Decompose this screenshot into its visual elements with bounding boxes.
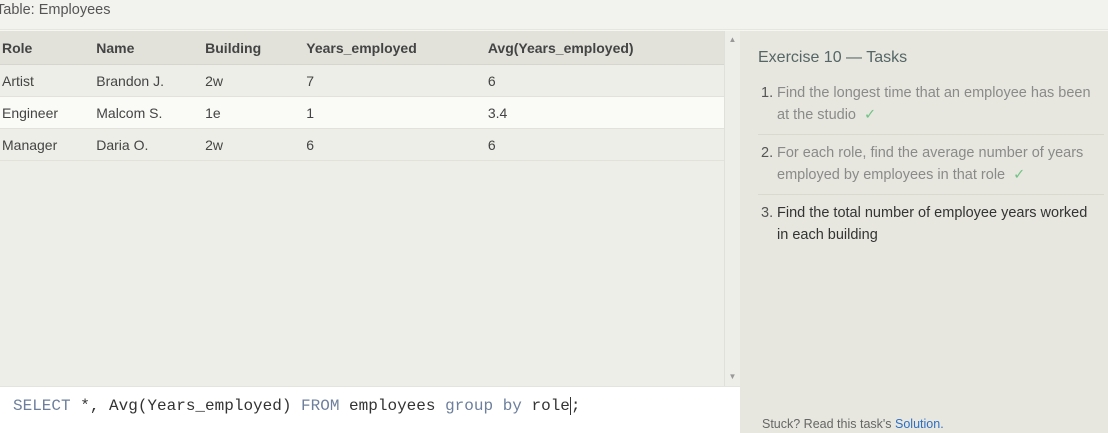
sql-text: employees: [339, 397, 446, 415]
task-number: 1.: [761, 85, 774, 101]
exercise-tasks-panel: Exercise 10 — Tasks 1. Find the longest …: [740, 31, 1108, 433]
task-text: Find the longest time that an employee h…: [777, 82, 1100, 126]
sql-keyword: FROM: [301, 397, 340, 415]
cell-years-employed: 1: [304, 96, 486, 129]
exercise-title: Exercise 10 — Tasks: [758, 49, 908, 66]
sql-text: role: [521, 397, 570, 415]
table-row: Manager Daria O. 2w 6 6: [0, 128, 724, 161]
cell-avg-years: 6: [485, 64, 724, 97]
column-header-building: Building: [203, 31, 305, 65]
checkmark-icon: ✓: [1013, 167, 1026, 183]
cell-name: Daria O.: [94, 128, 204, 161]
results-table-panel: Role Name Building Years_employed Avg(Ye…: [0, 31, 724, 386]
task-text-content: For each role, find the average number o…: [777, 145, 1084, 183]
task-text-content: Find the total number of employee years …: [777, 205, 1088, 243]
cell-avg-years: 6: [485, 128, 724, 161]
sql-query-editor[interactable]: SELECT *, Avg(Years_employed) FROM emplo…: [0, 386, 740, 433]
column-header-avg-years: Avg(Years_employed): [485, 31, 724, 65]
results-table: Role Name Building Years_employed Avg(Ye…: [0, 31, 724, 161]
task-number: 3.: [761, 205, 774, 221]
help-footer: Stuck? Read this task's Solution.: [762, 417, 944, 431]
cell-building: 1e: [203, 96, 305, 129]
sql-keyword: group by: [445, 397, 522, 415]
column-header-name: Name: [94, 31, 204, 65]
table-row: Engineer Malcom S. 1e 1 3.4: [0, 96, 724, 129]
cell-role: Artist: [0, 64, 95, 97]
checkmark-icon: ✓: [864, 107, 877, 123]
sql-text: *, Avg(Years_employed): [70, 397, 302, 415]
cell-building: 2w: [203, 64, 305, 97]
solution-link[interactable]: Solution.: [895, 417, 944, 431]
cell-role: Engineer: [0, 96, 95, 129]
task-item: 2. For each role, find the average numbe…: [758, 134, 1104, 194]
table-row: Artist Brandon J. 2w 7 6: [0, 64, 724, 97]
cell-building: 2w: [203, 128, 305, 161]
task-text: For each role, find the average number o…: [777, 142, 1100, 186]
task-text-content: Find the longest time that an employee h…: [777, 85, 1091, 123]
results-scrollbar[interactable]: ▲ ▼: [724, 31, 740, 386]
task-item: 1. Find the longest time that an employe…: [758, 82, 1104, 134]
task-item: 3. Find the total number of employee yea…: [758, 194, 1104, 254]
cell-years-employed: 7: [304, 64, 486, 97]
column-header-role: Role: [0, 31, 95, 65]
table-header-row: Role Name Building Years_employed Avg(Ye…: [0, 31, 724, 65]
cell-avg-years: 3.4: [485, 96, 724, 129]
scroll-down-arrow-icon[interactable]: ▼: [725, 372, 740, 382]
cell-role: Manager: [0, 128, 95, 161]
task-text: Find the total number of employee years …: [777, 202, 1100, 246]
column-header-years-employed: Years_employed: [304, 31, 486, 65]
table-title: Table: Employees: [0, 0, 1108, 30]
scroll-up-arrow-icon[interactable]: ▲: [725, 35, 740, 45]
stuck-text: Stuck? Read this task's: [762, 417, 892, 431]
task-number: 2.: [761, 145, 774, 161]
cell-name: Malcom S.: [94, 96, 204, 129]
sql-text: ;: [570, 397, 581, 415]
cell-name: Brandon J.: [94, 64, 204, 97]
cell-years-employed: 6: [304, 128, 486, 161]
sql-keyword: SELECT: [13, 397, 71, 415]
